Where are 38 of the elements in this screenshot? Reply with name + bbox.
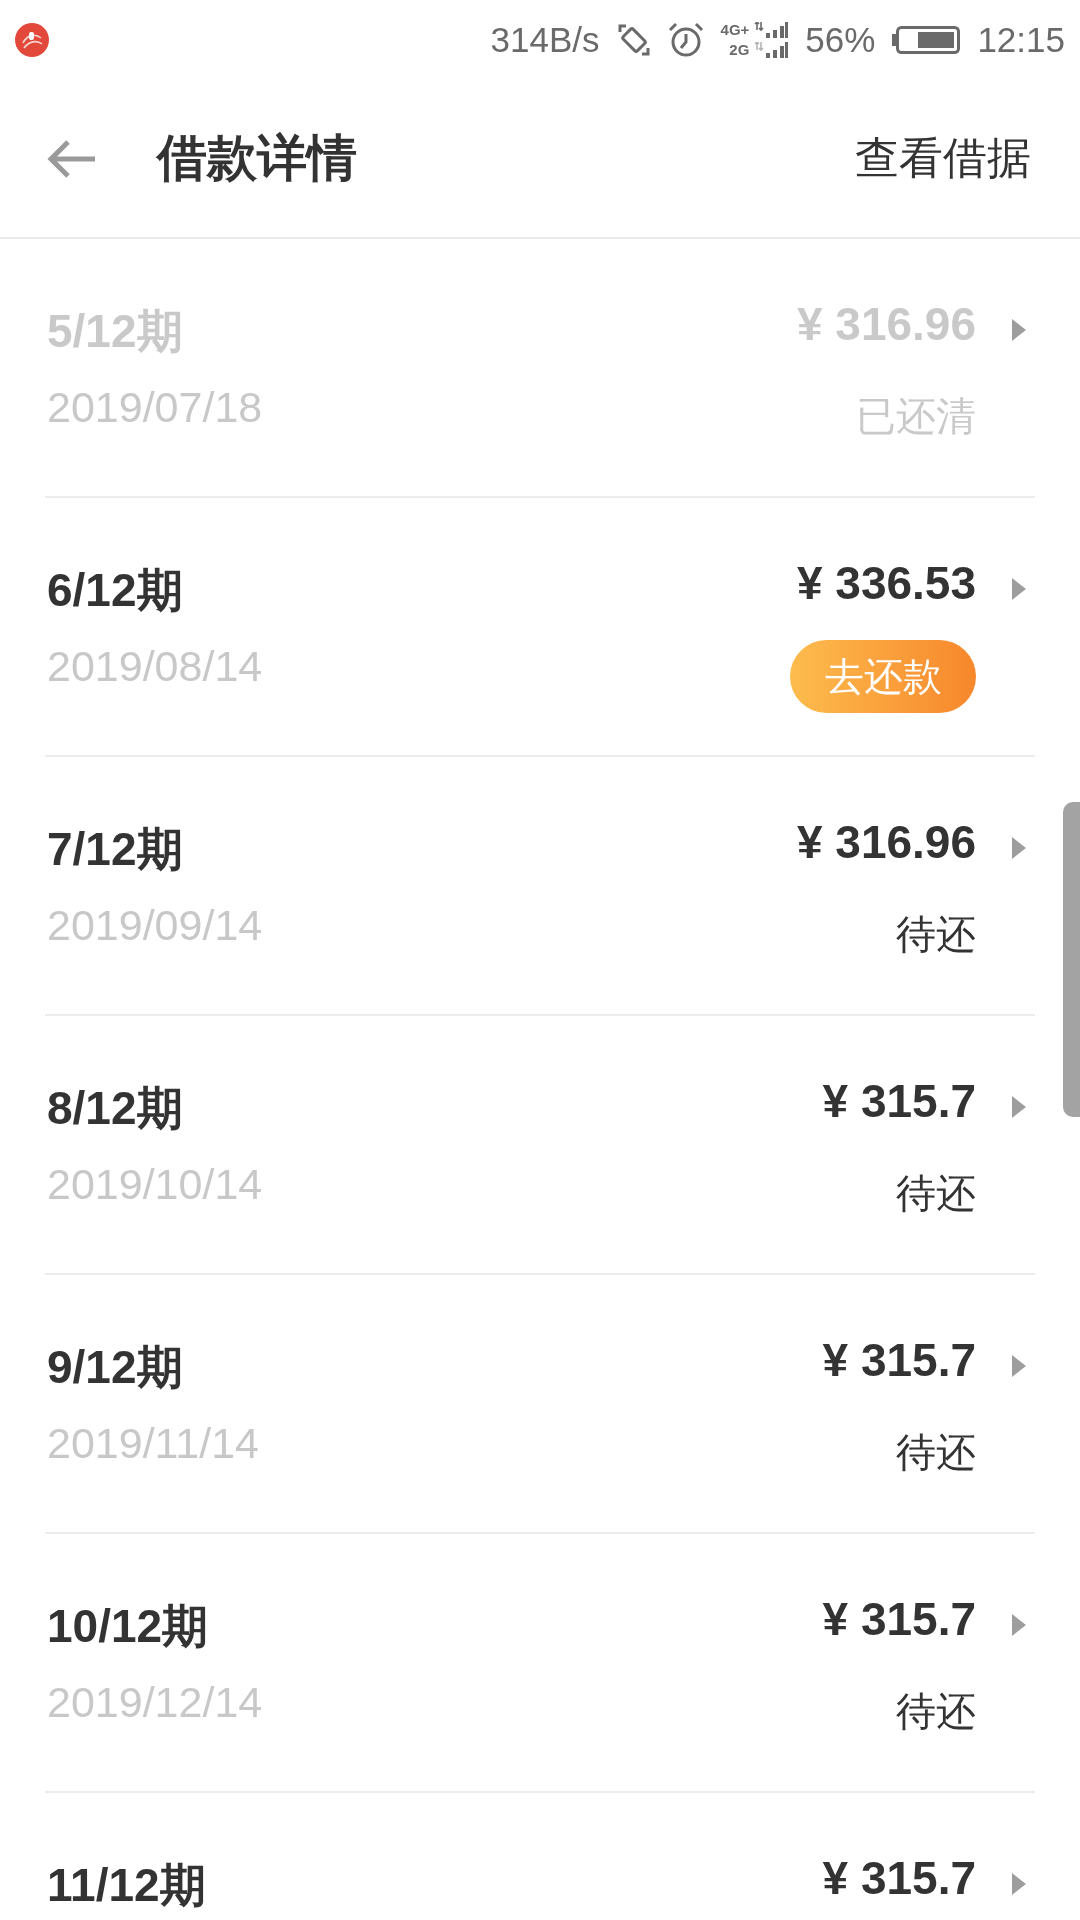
battery-percent: 56% — [805, 20, 876, 60]
caret-right-icon — [1012, 837, 1026, 859]
repayment-status: 待还 — [896, 911, 976, 958]
installment-amount: ¥ 315.7 — [822, 1333, 976, 1388]
caret-right-icon — [1012, 319, 1026, 341]
auto-rotate-icon — [616, 23, 651, 57]
caret-right-icon — [1012, 1614, 1026, 1636]
back-button[interactable] — [47, 138, 97, 179]
installment-period: 10/12期 — [47, 1599, 209, 1654]
installment-amount: ¥ 336.53 — [796, 556, 976, 611]
signal-bars-icon — [754, 22, 789, 38]
caret-right-icon — [1012, 1096, 1026, 1118]
caret-right-icon — [1012, 1873, 1026, 1895]
repayment-status: 待还 — [896, 1429, 976, 1476]
caret-right-icon — [1012, 1355, 1026, 1377]
page-title: 借款详情 — [157, 129, 357, 188]
installment-period: 8/12期 — [47, 1081, 183, 1136]
installment-period: 11/12期 — [47, 1858, 206, 1913]
installment-period: 6/12期 — [47, 563, 183, 618]
network-type-label: 4G+ — [720, 22, 750, 38]
installment-amount: ¥ 315.7 — [822, 1592, 976, 1647]
repayment-status: 待还 — [896, 1170, 976, 1217]
app-logo-icon — [15, 23, 49, 57]
network-speed: 314B/s — [490, 20, 600, 60]
network-type-label: 2G — [728, 42, 750, 58]
view-iou-link[interactable]: 查看借据 — [855, 129, 1031, 188]
caret-right-icon — [1012, 578, 1026, 600]
alarm-clock-icon — [667, 22, 704, 58]
installment-amount: ¥ 315.7 — [822, 1074, 976, 1129]
battery-icon — [892, 26, 961, 54]
installment-amount: ¥ 316.96 — [796, 815, 976, 870]
signal-bars-icon — [754, 42, 789, 58]
clock-time: 12:15 — [977, 20, 1065, 60]
repayment-status: 待还 — [896, 1688, 976, 1735]
back-arrow-icon — [47, 138, 97, 179]
installment-period: 9/12期 — [47, 1340, 183, 1395]
installment-period: 7/12期 — [47, 822, 183, 877]
installment-amount: ¥ 315.7 — [822, 1851, 976, 1906]
